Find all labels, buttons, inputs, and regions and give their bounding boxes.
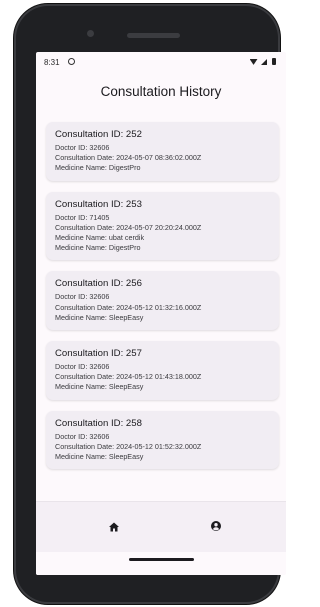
consultation-detail: Medicine Name: SleepEasy bbox=[55, 312, 144, 322]
consultation-id: Consultation ID: 258 bbox=[55, 417, 142, 429]
consultation-id: Consultation ID: 253 bbox=[55, 198, 142, 210]
consultation-card[interactable]: Consultation ID: 252 Doctor ID: 32606 Cons… bbox=[46, 122, 279, 181]
consultation-detail: Medicine Name: SleepEasy bbox=[55, 382, 144, 392]
notification-icon bbox=[68, 58, 75, 65]
consultation-detail: Consultation Date: 2024-05-12 01:43:18.0… bbox=[55, 372, 202, 382]
bottom-navigation bbox=[36, 501, 286, 552]
consultation-detail: Medicine Name: DigestPro bbox=[55, 243, 141, 253]
consultation-detail: Doctor ID: 32606 bbox=[55, 362, 110, 372]
consultation-id: Consultation ID: 252 bbox=[55, 129, 142, 140]
consultation-card[interactable]: Consultation ID: 256 Doctor ID: 32606 Cons… bbox=[46, 271, 279, 331]
consultation-card[interactable]: Consultation ID: 258 Doctor ID: 32606 Cons… bbox=[46, 410, 279, 470]
consultation-detail: Medicine Name: SleepEasy bbox=[55, 452, 144, 462]
phone-frame: 8:31 Consultation History Consultation I… bbox=[14, 4, 286, 604]
consultation-detail: Medicine Name: ubat cerdik bbox=[55, 233, 145, 243]
consultation-detail: Doctor ID: 32606 bbox=[55, 292, 110, 302]
consultation-detail: Consultation Date: 2024-05-12 01:32:16.0… bbox=[55, 302, 202, 312]
consultation-id: Consultation ID: 256 bbox=[55, 278, 142, 290]
consultation-detail: Consultation Date: 2024-05-12 01:52:32.0… bbox=[55, 441, 202, 451]
consultation-detail: Doctor ID: 32606 bbox=[55, 143, 110, 152]
consultation-detail: Consultation Date: 2024-05-07 08:36:02.0… bbox=[55, 153, 202, 163]
earpiece-speaker bbox=[127, 33, 180, 38]
home-gesture-bar[interactable] bbox=[129, 558, 194, 561]
status-icons bbox=[249, 57, 276, 66]
page-title: Consultation History bbox=[100, 84, 222, 99]
signal-icon bbox=[260, 58, 267, 65]
gesture-area bbox=[36, 552, 286, 575]
consultation-detail: Doctor ID: 71405 bbox=[55, 212, 110, 222]
consultation-detail: Consultation Date: 2024-05-07 20:20:24.0… bbox=[55, 222, 202, 232]
wifi-icon bbox=[249, 58, 258, 65]
home-icon[interactable] bbox=[108, 521, 120, 533]
consultation-card[interactable]: Consultation ID: 253 Doctor ID: 71405 Cons… bbox=[46, 191, 279, 261]
front-camera bbox=[87, 30, 94, 37]
consultation-card[interactable]: Consultation ID: 257 Doctor ID: 32606 Cons… bbox=[46, 341, 279, 400]
consultation-detail: Doctor ID: 32606 bbox=[55, 431, 110, 441]
app-screen: 8:31 Consultation History Consultation I… bbox=[36, 52, 286, 575]
battery-icon bbox=[272, 58, 276, 66]
account-circle-icon[interactable] bbox=[210, 520, 222, 532]
consultation-detail: Medicine Name: DigestPro bbox=[55, 163, 141, 173]
consultation-id: Consultation ID: 257 bbox=[55, 348, 142, 360]
status-bar: 8:31 bbox=[36, 52, 286, 74]
status-time: 8:31 bbox=[44, 58, 60, 67]
consultation-list[interactable]: Consultation ID: 252 Doctor ID: 32606 Cons… bbox=[46, 122, 279, 480]
